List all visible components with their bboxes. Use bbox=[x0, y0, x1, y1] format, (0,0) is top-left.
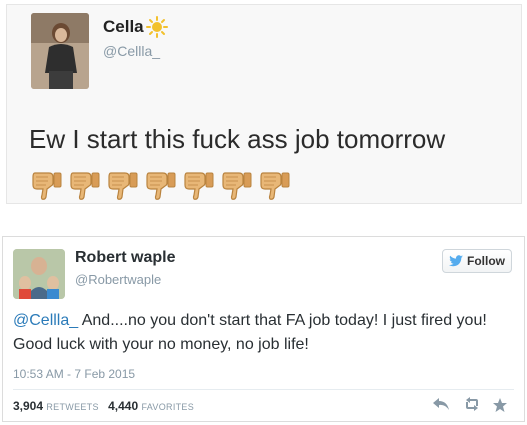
retweets-count[interactable]: 3,904 bbox=[13, 399, 43, 413]
user-handle[interactable]: @Cellla_ bbox=[103, 43, 160, 59]
avatar[interactable] bbox=[31, 13, 89, 89]
follow-button[interactable]: Follow bbox=[442, 249, 512, 273]
retweet-icon[interactable] bbox=[462, 397, 480, 411]
thumbs-down-icon bbox=[107, 170, 139, 200]
thumbs-down-icon bbox=[259, 170, 291, 200]
thumbs-down-icon bbox=[31, 170, 63, 200]
user-handle[interactable]: @Robertwaple bbox=[75, 272, 161, 287]
sun-icon bbox=[145, 16, 168, 38]
follow-label: Follow bbox=[467, 254, 505, 268]
mention-link[interactable]: @Cellla_ bbox=[13, 312, 78, 329]
avatar[interactable] bbox=[13, 249, 65, 299]
tweet-body: Ew I start this fuck ass job tomorrow bbox=[29, 124, 446, 154]
favorite-star-icon[interactable] bbox=[492, 397, 510, 412]
emoji-row bbox=[31, 170, 291, 200]
display-name[interactable]: Robert waple bbox=[75, 249, 175, 267]
display-name[interactable]: Cella bbox=[103, 16, 168, 38]
tweet-card-cella: Cella @Cellla_ Ew I start this fuck ass … bbox=[6, 4, 522, 204]
twitter-bird-icon bbox=[449, 255, 463, 267]
favorites-count[interactable]: 4,440 bbox=[108, 399, 138, 413]
thumbs-down-icon bbox=[221, 170, 253, 200]
thumbs-down-icon bbox=[145, 170, 177, 200]
thumbs-down-icon bbox=[69, 170, 101, 200]
tweet-body: And....no you don't start that FA job to… bbox=[13, 312, 487, 353]
tweet-text: Ew I start this fuck ass job tomorrow bbox=[29, 117, 509, 205]
tweet-text: @Cellla_ And....no you don't start that … bbox=[13, 309, 518, 357]
timestamp[interactable]: 10:53 AM - 7 Feb 2015 bbox=[13, 367, 135, 381]
display-name-text: Cella bbox=[103, 17, 144, 36]
tweet-stats: 3,904 RETWEETS 4,440 FAVORITES bbox=[13, 399, 200, 413]
tweet-actions bbox=[432, 397, 510, 412]
divider bbox=[13, 389, 514, 390]
favorites-label: FAVORITES bbox=[141, 402, 195, 412]
reply-icon[interactable] bbox=[432, 397, 450, 411]
thumbs-down-icon bbox=[183, 170, 215, 200]
retweets-label: RETWEETS bbox=[46, 402, 99, 412]
tweet-card-robert: Robert waple @Robertwaple Follow @Cellla… bbox=[2, 236, 525, 422]
